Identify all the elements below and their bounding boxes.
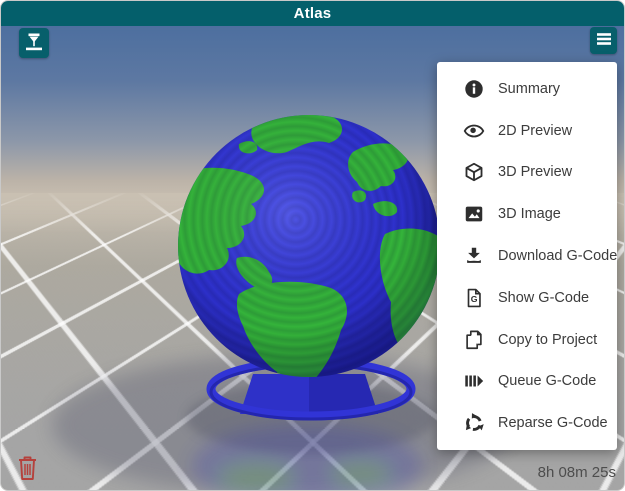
cube-icon bbox=[463, 161, 485, 183]
menu-item-summary[interactable]: Summary bbox=[437, 68, 617, 110]
menu-item-show-gcode[interactable]: G Show G-Code bbox=[437, 277, 617, 319]
panel-header: Atlas bbox=[1, 1, 624, 26]
menu-item-3d-image[interactable]: 3D Image bbox=[437, 193, 617, 235]
copy-icon bbox=[463, 329, 485, 351]
menu-item-3d-preview[interactable]: 3D Preview bbox=[437, 152, 617, 194]
image-icon bbox=[463, 203, 485, 225]
eye-icon bbox=[463, 120, 485, 142]
print-time-label: 8h 08m 25s bbox=[538, 464, 616, 481]
menu-item-label: 3D Preview bbox=[498, 164, 572, 180]
trash-icon bbox=[17, 468, 38, 485]
menu-item-label: Copy to Project bbox=[498, 332, 597, 348]
menu-item-label: Download G-Code bbox=[498, 248, 617, 264]
svg-text:G: G bbox=[471, 294, 478, 304]
gcode-file-icon: G bbox=[463, 287, 485, 309]
menu-item-download-gcode[interactable]: Download G-Code bbox=[437, 235, 617, 277]
menu-item-label: Queue G-Code bbox=[498, 373, 596, 389]
delete-file-button[interactable] bbox=[17, 456, 38, 481]
print-file-button[interactable] bbox=[19, 28, 49, 58]
menu-item-label: Reparse G-Code bbox=[498, 415, 608, 431]
file-title: Atlas bbox=[294, 5, 332, 22]
menu-item-2d-preview[interactable]: 2D Preview bbox=[437, 110, 617, 152]
menu-item-label: 2D Preview bbox=[498, 123, 572, 139]
menu-item-queue-gcode[interactable]: Queue G-Code bbox=[437, 360, 617, 402]
menu-item-label: 3D Image bbox=[498, 206, 561, 222]
file-actions-menu: Summary 2D Preview 3D Preview bbox=[437, 62, 617, 450]
extruder-icon bbox=[22, 30, 46, 57]
menu-item-copy-to-project[interactable]: Copy to Project bbox=[437, 319, 617, 361]
hamburger-icon bbox=[595, 30, 613, 51]
recycle-icon bbox=[463, 412, 485, 434]
info-icon bbox=[463, 78, 485, 100]
file-menu-button[interactable] bbox=[590, 27, 617, 54]
download-icon bbox=[463, 245, 485, 267]
menu-item-label: Show G-Code bbox=[498, 290, 589, 306]
queue-icon bbox=[463, 370, 485, 392]
menu-item-label: Summary bbox=[498, 81, 560, 97]
gcode-file-card: Atlas bbox=[0, 0, 625, 491]
menu-item-reparse-gcode[interactable]: Reparse G-Code bbox=[437, 402, 617, 444]
